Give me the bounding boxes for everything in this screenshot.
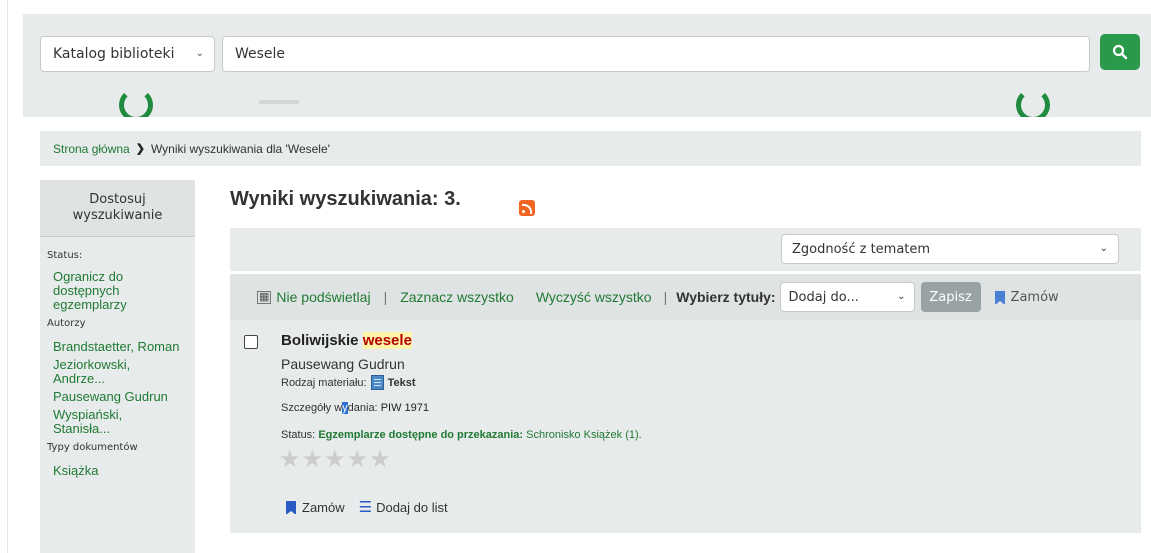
pub-label-a: Szczegóły w [281,402,343,414]
breadcrumb-separator-icon: ❯ [135,143,145,155]
rss-icon[interactable] [519,200,535,216]
bookmark-icon [286,500,296,515]
results-toolbar: ▦ Nie podświetlaj | Zaznacz wszystko Wyc… [230,274,1141,320]
breadcrumb: Strona główna ❯ Wyniki wyszukiwania dla … [40,131,1141,166]
add-to-list-link[interactable]: Dodaj do list [376,500,448,515]
facet-author-jeziorkowski[interactable]: Jeziorkowski, Andrze... [40,358,195,386]
record-publication: Szczegóły wydania: PIW 1971 [281,402,429,414]
facet-title-doctypes: Typy dokumentów [47,442,138,453]
order-selected-button[interactable]: Zamów [994,289,1059,305]
record-title-text: Boliwijskie [281,332,363,349]
star-icon[interactable]: ★ [302,446,325,473]
search-query: Wesele [235,46,286,62]
choose-titles-label: Wybierz tytuły: [676,289,776,305]
clear-all-link[interactable]: Wyczyść wszystko [536,289,652,305]
record-order-link[interactable]: Zamów [302,500,345,515]
facet-author-brandstaetter[interactable]: Brandstaetter, Roman [40,340,195,354]
no-highlight-link[interactable]: Nie podświetlaj [276,289,370,305]
record-actions: Zamów ☰ Dodaj do list [286,498,448,516]
facets-header: Dostosuj wyszukiwanie [40,180,195,237]
status-label: Status: [281,429,316,441]
separator: | [383,289,388,305]
record-author-link[interactable]: Pausewang Gudrun [281,356,405,372]
add-to-select-label: Dodaj do... [788,289,859,305]
sort-select-label: Zgodność z tematem [792,241,931,257]
pub-label-c: dania: [347,402,378,414]
breadcrumb-current: Wyniki wyszukiwania dla 'Wesele' [150,141,330,156]
add-to-select[interactable]: Dodaj do... ⌄ [779,282,915,312]
order-selected-label: Zamów [1010,289,1059,305]
record-title-highlight: wesele [362,332,412,349]
sort-select[interactable]: Zgodność z tematem ⌄ [781,234,1119,264]
logo-ring-left [119,88,153,117]
left-edge [0,0,8,553]
record-material-type: Rodzaj materiału: Tekst [281,375,416,390]
record-title-link[interactable]: Boliwijskie wesele [281,332,412,349]
separator: | [663,289,668,305]
star-icon[interactable]: ★ [279,446,302,473]
book-icon [370,375,384,390]
result-record: Boliwijskie wesele Pausewang Gudrun Rodz… [230,320,1141,533]
facet-author-wyspianski[interactable]: Wyspiański, Stanisła... [40,408,195,436]
facets-sidebar: Dostosuj wyszukiwanie Status: Ogranicz d… [40,180,195,553]
results-title: Wyniki wyszukiwania: 3. [230,188,461,210]
select-all-link[interactable]: Zaznacz wszystko [400,289,514,305]
catalog-select-label: Katalog biblioteki [53,46,175,62]
save-button[interactable]: Zapisz [920,282,981,312]
catalog-select[interactable]: Katalog biblioteki ⌄ [40,36,215,72]
record-status: Status: Egzemplarze dostępne do przekaza… [281,429,642,441]
facet-link-available[interactable]: Ogranicz do dostępnych egzemplarzy [40,270,195,312]
decor-dash [259,100,299,104]
facet-title-authors: Autorzy [47,318,86,329]
status-location: Schronisko Książek (1). [526,429,642,441]
facet-author-pausewang[interactable]: Pausewang Gudrun [40,390,195,404]
record-checkbox[interactable] [244,335,258,349]
chevron-down-icon: ⌄ [897,291,906,302]
star-icon[interactable]: ★ [369,446,392,473]
bookmark-icon [994,290,1005,305]
chevron-down-icon: ⌄ [195,48,204,59]
facet-title-status: Status: [47,250,83,261]
status-available: Egzemplarze dostępne do przekazania: [318,429,524,441]
logo-ring-right [1016,88,1050,117]
material-label: Rodzaj materiału: [281,376,367,389]
facet-doctype-book[interactable]: Książka [40,464,195,478]
chevron-down-icon: ⌄ [1099,243,1108,254]
highlight-toggle-icon: ▦ [257,290,272,304]
star-icon[interactable]: ★ [347,446,370,473]
material-value: Tekst [387,376,416,389]
search-icon [1112,44,1128,60]
sort-bar: Zgodność z tematem ⌄ [230,228,1141,271]
star-icon[interactable]: ★ [324,446,347,473]
search-button[interactable] [1100,34,1140,70]
breadcrumb-home-link[interactable]: Strona główna [53,142,130,156]
list-icon: ☰ [358,499,373,516]
rating-stars[interactable]: ★★★★★ [279,445,392,474]
pub-value: PIW 1971 [380,402,429,414]
search-input[interactable]: Wesele [222,36,1090,72]
